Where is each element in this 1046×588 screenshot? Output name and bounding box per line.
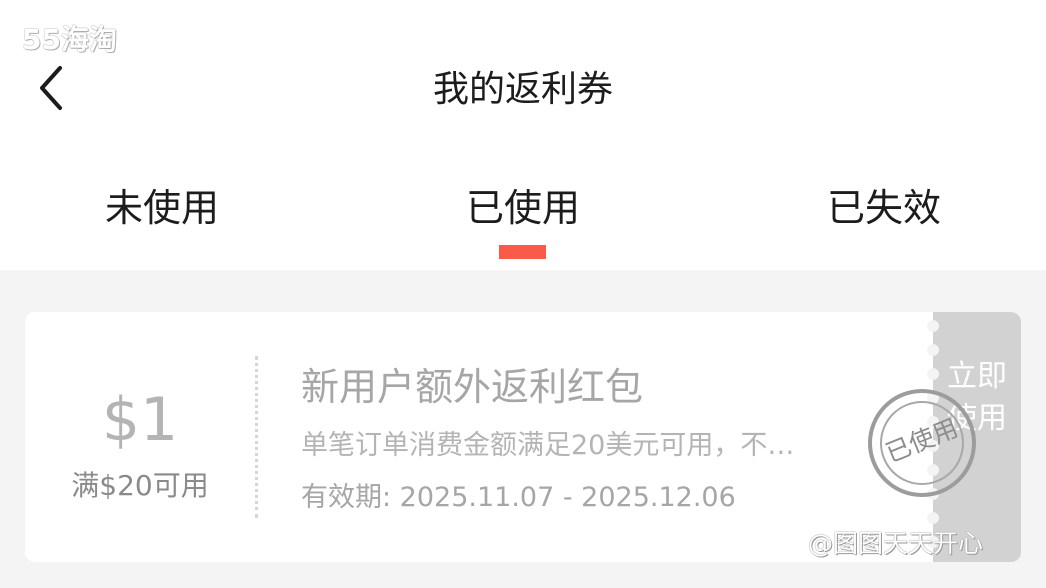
coupon-body: $1 满$20可用 新用户额外返利红包 单笔订单消费金额满足20美元可用，不… … xyxy=(25,312,925,562)
active-tab-indicator xyxy=(499,245,546,259)
coupon-validity: 有效期: 2025.11.07 - 2025.12.06 xyxy=(301,482,736,513)
use-now-label: 立即使用 xyxy=(947,359,1007,436)
coupon-name: 新用户额外返利红包 xyxy=(301,365,644,409)
coupon-threshold: 满$20可用 xyxy=(71,469,209,502)
coupon-amount: $1 xyxy=(101,385,179,455)
coupon-card: $1 满$20可用 新用户额外返利红包 单笔订单消费金额满足20美元可用，不… … xyxy=(25,312,1021,562)
coupon-divider xyxy=(255,356,258,518)
perforation-edge xyxy=(920,312,946,562)
use-now-button[interactable]: 立即使用 xyxy=(933,312,1021,562)
coupon-description: 单笔订单消费金额满足20美元可用，不… xyxy=(301,430,795,461)
tab-unused[interactable]: 未使用 xyxy=(42,180,282,236)
tab-used[interactable]: 已使用 xyxy=(403,180,643,236)
author-watermark: @图图天天开心 xyxy=(808,529,984,558)
top-panel: 55海淘 我的返利券 未使用 已使用 已失效 xyxy=(0,0,1046,270)
tab-expired[interactable]: 已失效 xyxy=(764,180,1004,236)
page-title: 我的返利券 xyxy=(432,69,613,110)
site-watermark: 55海淘 xyxy=(22,23,117,56)
